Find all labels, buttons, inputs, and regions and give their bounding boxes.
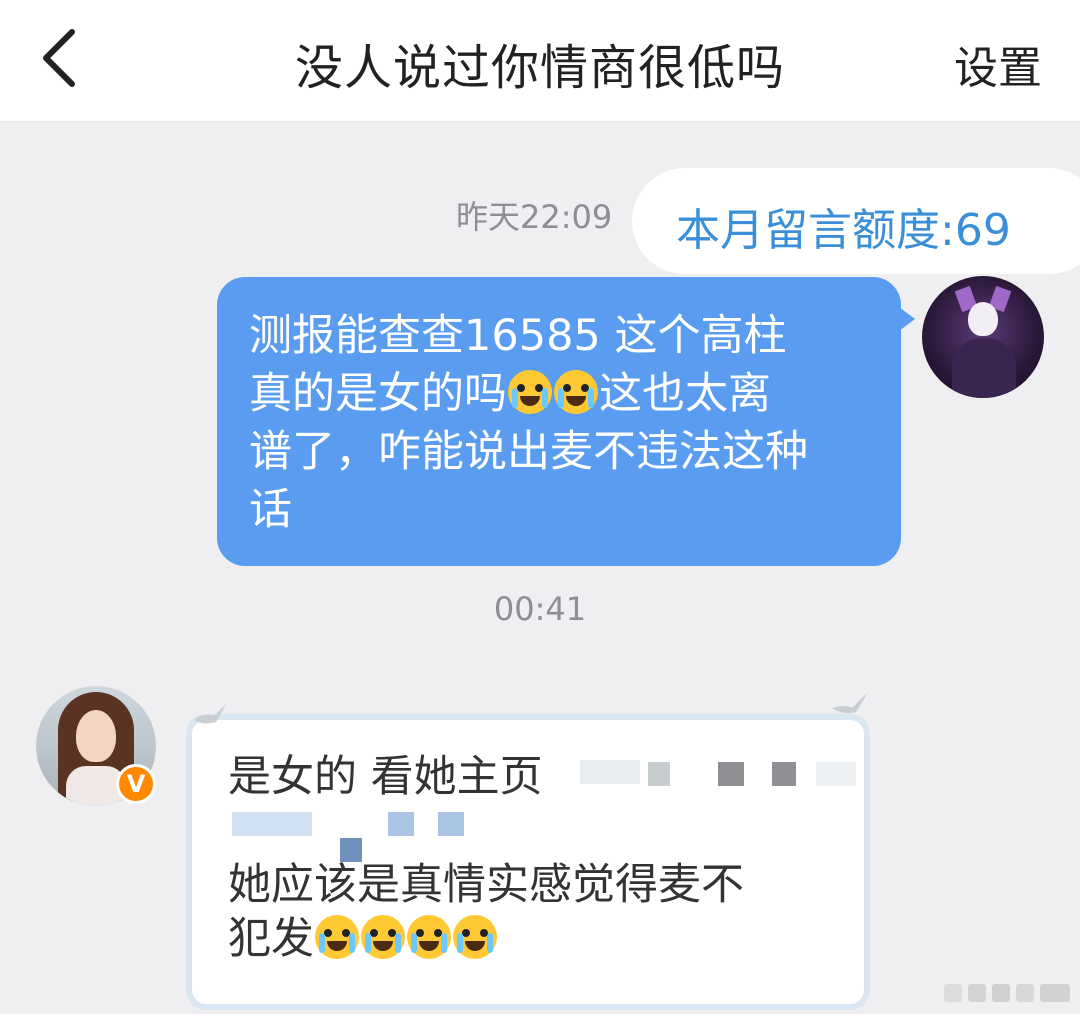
crying-emoji-icon [361, 915, 405, 959]
dove-decoration-icon [832, 692, 868, 714]
crying-laughing-emoji-icon [508, 370, 552, 414]
crying-emoji-icon [315, 915, 359, 959]
dove-decoration-icon [194, 704, 226, 724]
my-message-bubble[interactable]: 测报能查查16585 这个高柱 真的是女的吗 这也太离 谱了，咋能说出麦不违法这种… [217, 277, 915, 566]
message-line: 话 [249, 485, 292, 535]
monthly-quota-bubble: 本月留言额度:69 [632, 168, 1080, 274]
settings-button[interactable]: 设置 [954, 32, 1042, 96]
blurred-line [228, 804, 844, 858]
my-avatar[interactable] [922, 276, 1044, 398]
reply-message-bubble[interactable]: 是女的 看她主页 她应该是真情实感觉得麦不 犯发 [186, 714, 870, 1010]
message-line: 测报能查查16585 这个高柱 [249, 311, 787, 361]
page-title: 没人说过你情商很低吗 [294, 40, 785, 96]
crying-emoji-icon [453, 915, 497, 959]
crying-emoji-icon [407, 915, 451, 959]
timestamp: 00:41 [493, 590, 587, 628]
watermark-logo [944, 984, 1070, 1002]
message-line: 是女的 看她主页 [228, 752, 543, 802]
verified-badge-icon: V [116, 764, 156, 804]
message-line: 犯发 [228, 912, 844, 966]
top-bar: 没人说过你情商很低吗 设置 [0, 0, 1080, 122]
message-line: 谱了，咋能说出麦不违法这种 [249, 427, 808, 477]
crying-laughing-emoji-icon [554, 370, 598, 414]
message-line: 她应该是真情实感觉得麦不 [228, 860, 744, 910]
timestamp: 昨天22:09 [456, 198, 613, 236]
message-line: 真的是女的吗 这也太离 [249, 369, 771, 419]
